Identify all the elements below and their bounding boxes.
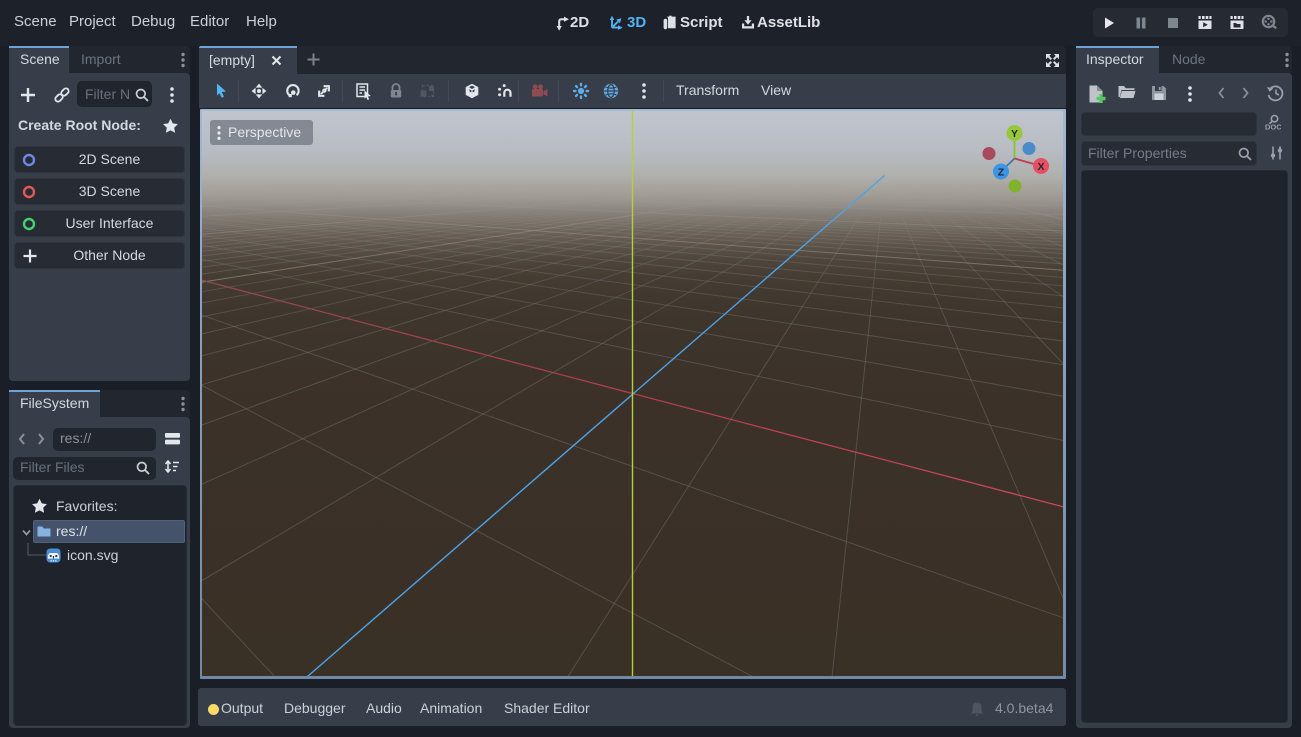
svg-text:Y: Y [1011, 128, 1018, 140]
svg-text:X: X [1037, 161, 1044, 173]
svg-text:Z: Z [998, 167, 1005, 179]
svg-text:DOC: DOC [1265, 123, 1281, 132]
